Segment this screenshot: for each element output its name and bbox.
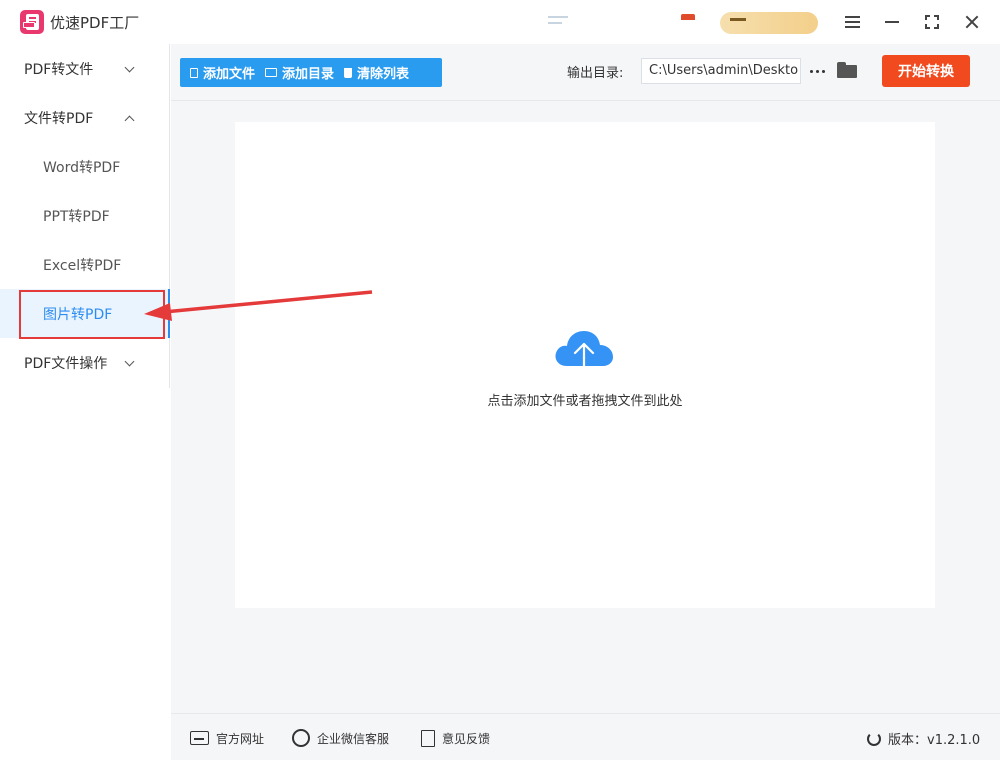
sidebar-item-pdf-to-file[interactable]: PDF转文件 xyxy=(0,44,170,93)
app-logo-icon xyxy=(20,10,44,34)
sidebar-item-label: Excel转PDF xyxy=(43,257,122,274)
toolbar: 添加文件 添加目录 清除列表 输出目录: C:\Users\admin\Desk… xyxy=(171,44,1000,101)
add-file-label: 添加文件 xyxy=(203,67,256,82)
notification-icon[interactable] xyxy=(548,16,568,30)
hamburger-icon xyxy=(844,13,860,31)
maximize-button[interactable] xyxy=(918,8,946,36)
feedback-label: 意见反馈 xyxy=(442,731,491,746)
menu-button[interactable] xyxy=(838,8,866,36)
file-icon xyxy=(190,67,198,78)
open-folder-icon[interactable] xyxy=(837,62,857,78)
version-info: 版本：v1.2.1.0 xyxy=(867,729,980,748)
chevron-down-icon xyxy=(124,62,135,73)
sidebar-item-ppt-to-pdf[interactable]: PPT转PDF xyxy=(0,191,170,240)
clear-list-label: 清除列表 xyxy=(357,67,410,82)
chevron-down-icon xyxy=(124,356,135,367)
app-title: 优速PDF工厂 xyxy=(50,14,140,32)
folder-icon xyxy=(265,68,278,77)
sidebar-item-label: 文件转PDF xyxy=(24,110,94,127)
minimize-button[interactable] xyxy=(878,8,906,36)
maximize-icon xyxy=(925,15,939,29)
sidebar-item-file-to-pdf[interactable]: 文件转PDF xyxy=(0,93,170,142)
version-label: 版本：v1.2.1.0 xyxy=(888,733,981,748)
sidebar-item-pdf-operations[interactable]: PDF文件操作 xyxy=(0,338,170,387)
close-icon xyxy=(965,15,979,29)
official-website-link[interactable]: 官方网址 xyxy=(190,729,264,747)
website-label: 官方网址 xyxy=(216,731,265,746)
minimize-icon xyxy=(885,21,899,23)
add-folder-label: 添加目录 xyxy=(282,67,335,82)
sidebar-item-word-to-pdf[interactable]: Word转PDF xyxy=(0,142,170,191)
drop-hint-text: 点击添加文件或者拖拽文件到此处 xyxy=(487,394,683,409)
add-file-button[interactable]: 添加文件 xyxy=(180,58,255,87)
output-dir-field[interactable]: C:\Users\admin\Deskto xyxy=(641,58,801,84)
feedback-icon xyxy=(421,729,435,747)
close-button[interactable] xyxy=(958,8,986,36)
vip-badge[interactable] xyxy=(720,12,818,34)
sidebar-item-image-to-pdf[interactable]: 图片转PDF xyxy=(0,289,170,338)
wechat-label: 企业微信客服 xyxy=(317,731,390,746)
refresh-icon[interactable] xyxy=(867,731,881,746)
chevron-up-icon xyxy=(124,115,135,126)
file-actions: 添加文件 添加目录 清除列表 xyxy=(180,58,442,87)
upload-cloud-icon xyxy=(555,331,613,380)
sidebar-item-label: 图片转PDF xyxy=(43,306,113,323)
browse-more-button[interactable] xyxy=(807,58,827,84)
sidebar-item-label: PDF转文件 xyxy=(24,61,94,78)
wechat-support-link[interactable]: 企业微信客服 xyxy=(292,729,389,747)
trash-icon xyxy=(344,67,353,78)
sidebar-item-label: PDF文件操作 xyxy=(24,355,108,372)
feedback-link[interactable]: 意见反馈 xyxy=(421,729,490,747)
output-dir-label: 输出目录: xyxy=(567,66,624,81)
footer-bar: 官方网址 企业微信客服 意见反馈 版本：v1.2.1.0 xyxy=(171,713,1000,760)
title-bar: 优速PDF工厂 xyxy=(0,0,1000,44)
file-drop-zone[interactable]: 点击添加文件或者拖拽文件到此处 xyxy=(235,122,935,608)
sidebar-item-excel-to-pdf[interactable]: Excel转PDF xyxy=(0,240,170,289)
website-icon xyxy=(190,731,209,745)
sidebar: PDF转文件 文件转PDF Word转PDF PPT转PDF Excel转PDF… xyxy=(0,44,170,388)
clear-list-button[interactable]: 清除列表 xyxy=(334,58,409,87)
start-convert-button[interactable]: 开始转换 xyxy=(882,55,970,87)
sidebar-item-label: PPT转PDF xyxy=(43,208,110,225)
wechat-icon xyxy=(292,729,310,747)
main-panel: 添加文件 添加目录 清除列表 输出目录: C:\Users\admin\Desk… xyxy=(171,44,1000,760)
add-folder-button[interactable]: 添加目录 xyxy=(255,58,334,87)
gift-icon[interactable] xyxy=(681,14,695,20)
sidebar-item-label: Word转PDF xyxy=(43,159,121,176)
